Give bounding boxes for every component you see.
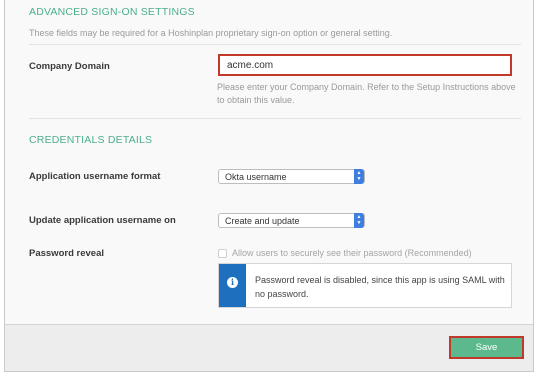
username-format-select[interactable]: Okta username ▲ ▼ xyxy=(218,169,365,184)
info-icon: i xyxy=(227,277,238,288)
password-reveal-checkbox[interactable] xyxy=(218,249,227,258)
company-domain-label: Company Domain xyxy=(29,61,110,72)
update-username-label: Update application username on xyxy=(29,215,176,226)
select-arrows-icon: ▲ ▼ xyxy=(354,169,364,184)
password-reveal-label: Password reveal xyxy=(29,248,104,259)
company-domain-input[interactable] xyxy=(218,54,512,76)
company-domain-help: Please enter your Company Domain. Refer … xyxy=(217,82,516,105)
save-button[interactable]: Save xyxy=(449,336,524,359)
username-format-label: Application username format xyxy=(29,171,161,182)
advanced-sign-on-heading: ADVANCED SIGN-ON SETTINGS xyxy=(29,6,195,18)
section-divider xyxy=(29,118,521,119)
select-arrows-icon: ▲ ▼ xyxy=(354,213,364,228)
credentials-details-heading: CREDENTIALS DETAILS xyxy=(29,134,153,146)
section-divider xyxy=(29,44,521,45)
update-username-select[interactable]: Create and update ▲ ▼ xyxy=(218,213,365,228)
password-reveal-info-box: i Password reveal is disabled, since thi… xyxy=(218,263,512,308)
advanced-sign-on-description: These fields may be required for a Hoshi… xyxy=(29,28,393,38)
info-stripe: i xyxy=(219,264,246,307)
password-reveal-info-text: Password reveal is disabled, since this … xyxy=(255,275,505,299)
update-username-value: Create and update xyxy=(225,216,300,226)
form-footer: Save xyxy=(5,324,533,371)
app-settings-panel: ADVANCED SIGN-ON SETTINGS These fields m… xyxy=(4,0,534,372)
username-format-value: Okta username xyxy=(225,172,287,182)
password-reveal-checkbox-label: Allow users to securely see their passwo… xyxy=(232,248,472,258)
